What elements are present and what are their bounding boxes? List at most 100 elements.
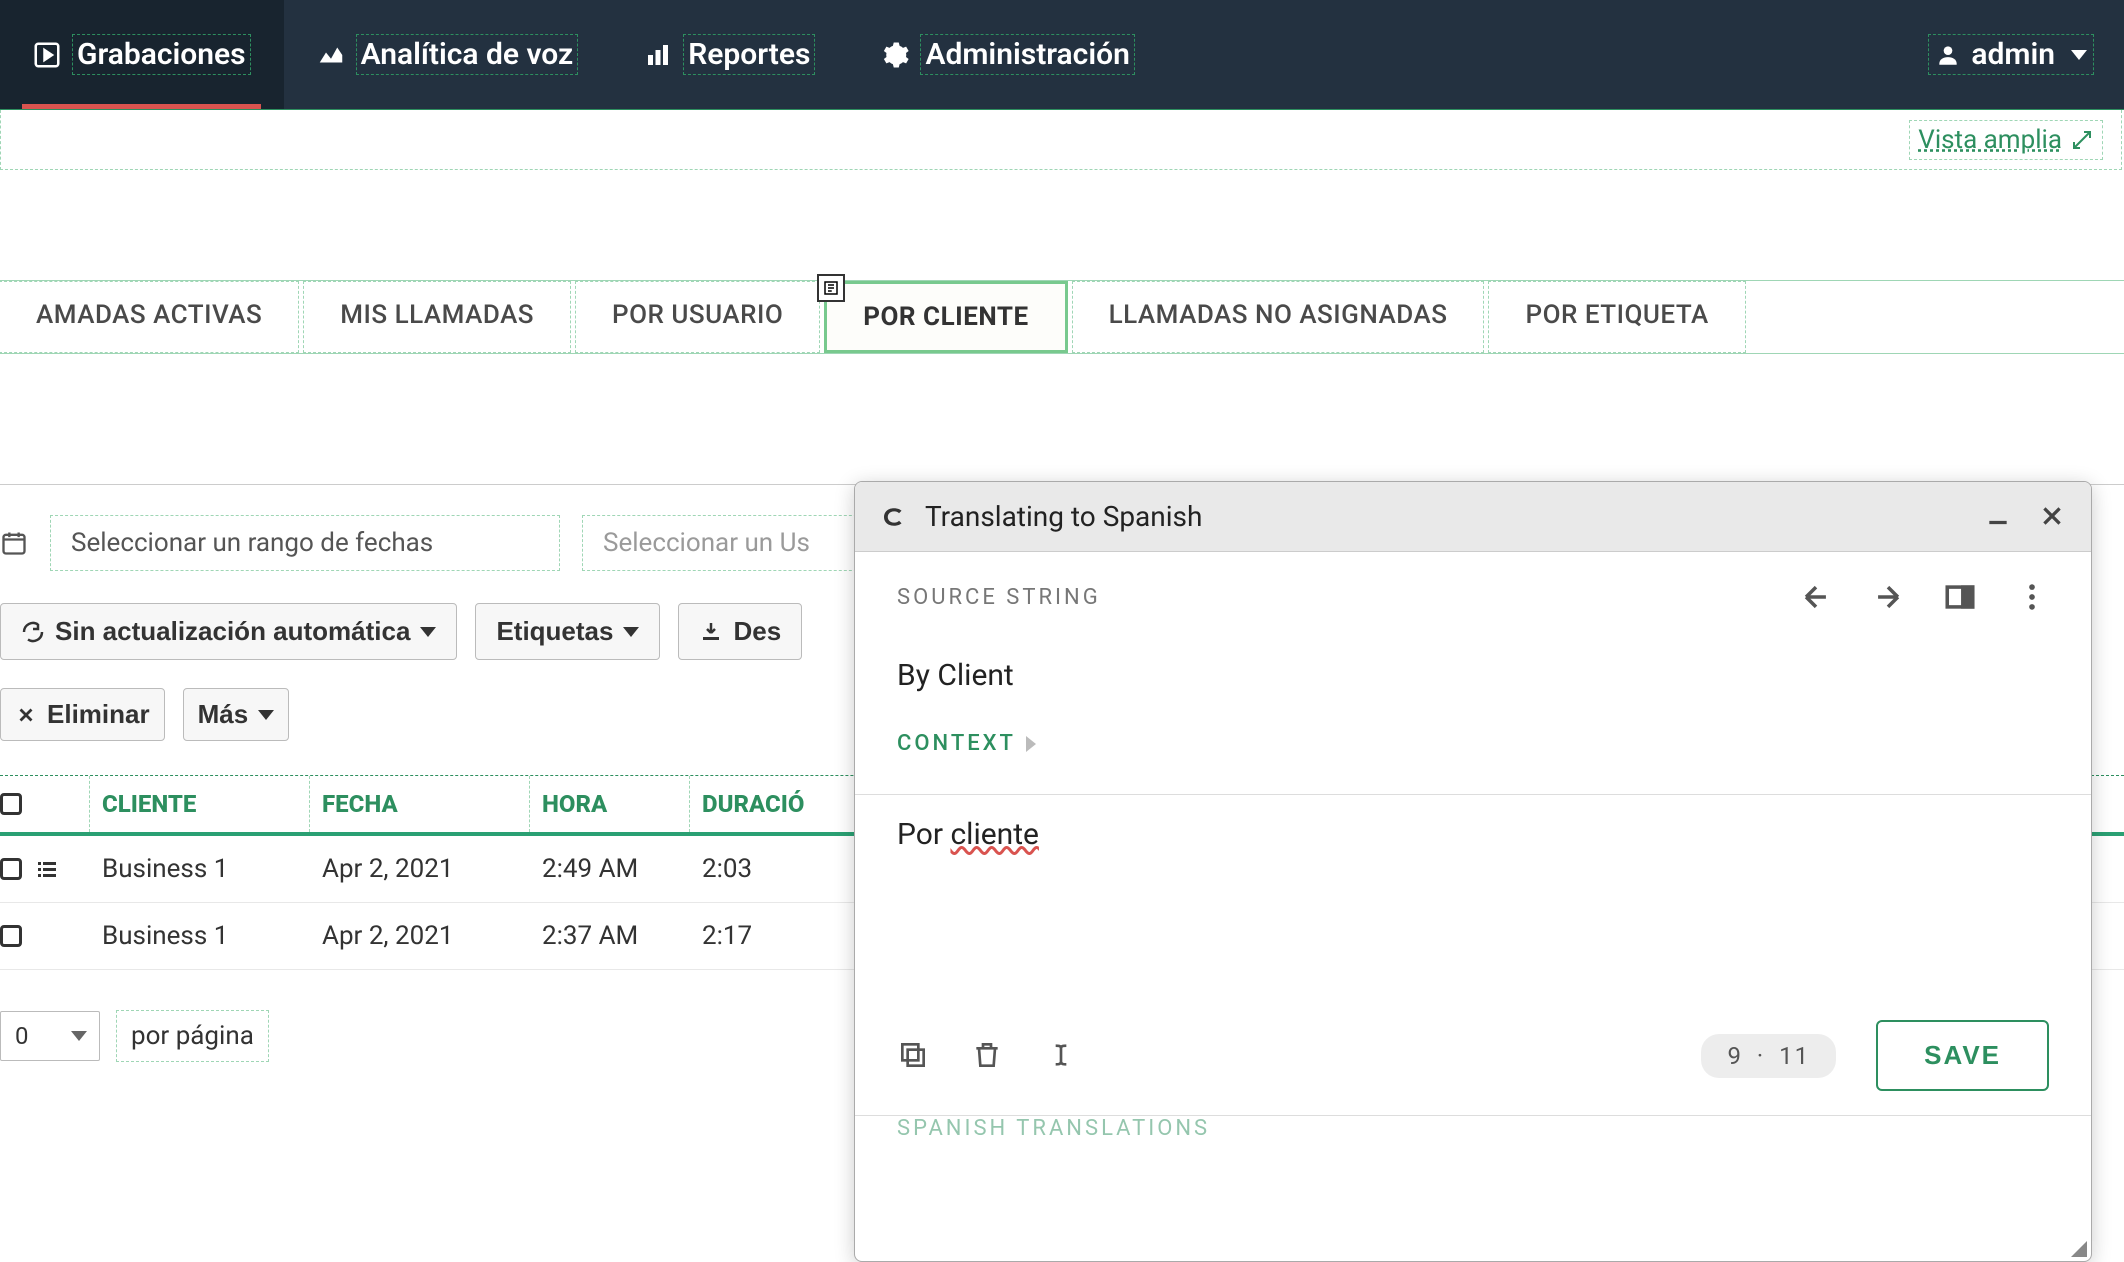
header-checkbox[interactable] bbox=[0, 776, 90, 832]
play-box-icon bbox=[32, 40, 62, 70]
translations-section-label: SPANISH TRANSLATIONS bbox=[855, 1116, 2091, 1157]
chevron-right-icon bbox=[1026, 736, 1036, 752]
cell-fecha: Apr 2, 2021 bbox=[310, 903, 530, 969]
translation-input[interactable]: Por cliente bbox=[855, 795, 2091, 862]
bar-chart-icon bbox=[643, 40, 673, 70]
more-label: Más bbox=[198, 699, 249, 730]
download-label: Des bbox=[733, 616, 781, 647]
header-duracion[interactable]: DURACIÓ bbox=[690, 776, 870, 832]
tab-label: POR ETIQUETA bbox=[1525, 300, 1708, 330]
cell-dur: 2:17 bbox=[690, 903, 870, 969]
delete-icon bbox=[15, 704, 37, 726]
tab-llamadas-activas[interactable]: AMADAS ACTIVAS bbox=[0, 281, 299, 353]
date-range-input[interactable]: Seleccionar un rango de fechas bbox=[50, 515, 560, 571]
translation-value: Por cliente bbox=[897, 817, 2049, 852]
close-icon[interactable] bbox=[2039, 503, 2067, 531]
user-icon bbox=[1935, 42, 1961, 68]
cell-hora: 2:49 AM bbox=[530, 836, 690, 902]
user-select-placeholder: Seleccionar un Us bbox=[603, 528, 810, 558]
source-string-label: SOURCE STRING bbox=[897, 585, 1799, 610]
chevron-down-icon bbox=[2071, 50, 2087, 60]
page-size-value: 0 bbox=[15, 1022, 29, 1050]
cell-cliente: Business 1 bbox=[90, 836, 310, 902]
tags-button[interactable]: Etiquetas bbox=[475, 603, 660, 660]
tab-label: MIS LLAMADAS bbox=[340, 300, 534, 330]
nav-item-grabaciones[interactable]: Grabaciones bbox=[0, 0, 284, 109]
header-fecha[interactable]: FECHA bbox=[310, 776, 530, 832]
per-page-label: por página bbox=[116, 1010, 269, 1062]
crowdin-logo-icon bbox=[879, 502, 909, 532]
gear-icon bbox=[880, 40, 910, 70]
chevron-down-icon bbox=[420, 627, 436, 637]
tab-label: AMADAS ACTIVAS bbox=[36, 300, 262, 330]
trash-icon[interactable] bbox=[971, 1039, 1005, 1073]
wideview-row: Vista amplia bbox=[0, 110, 2122, 170]
user-menu[interactable]: admin bbox=[1898, 0, 2124, 109]
source-string-value: By Client bbox=[897, 658, 2049, 693]
next-icon[interactable] bbox=[1871, 580, 1905, 614]
wide-view-label: Vista amplia bbox=[1918, 125, 2062, 155]
chevron-down-icon bbox=[258, 710, 274, 720]
delete-button[interactable]: Eliminar bbox=[0, 688, 165, 741]
calendar-icon bbox=[0, 529, 28, 557]
more-button[interactable]: Más bbox=[183, 688, 290, 741]
checkbox-icon bbox=[0, 793, 22, 815]
nav-item-analitica[interactable]: Analítica de voz bbox=[284, 0, 612, 109]
translation-panel: Translating to Spanish SOURCE STRING bbox=[854, 481, 2092, 1262]
refresh-icon bbox=[21, 620, 45, 644]
tabs-row: AMADAS ACTIVAS MIS LLAMADAS POR USUARIO … bbox=[0, 280, 2124, 354]
prev-icon[interactable] bbox=[1799, 580, 1833, 614]
edit-badge-icon bbox=[817, 274, 845, 302]
save-button[interactable]: SAVE bbox=[1876, 1020, 2049, 1091]
header-hora[interactable]: HORA bbox=[530, 776, 690, 832]
download-icon bbox=[699, 620, 723, 644]
side-panel-icon[interactable] bbox=[1943, 580, 1977, 614]
tab-label: LLAMADAS NO ASIGNADAS bbox=[1109, 300, 1448, 330]
kebab-menu-icon[interactable] bbox=[2015, 580, 2049, 614]
context-label: CONTEXT bbox=[897, 731, 1016, 756]
download-button[interactable]: Des bbox=[678, 603, 802, 660]
auto-refresh-label: Sin actualización automática bbox=[55, 616, 410, 647]
tab-mis-llamadas[interactable]: MIS LLAMADAS bbox=[303, 281, 571, 353]
cell-hora: 2:37 AM bbox=[530, 903, 690, 969]
nav-item-label: Analítica de voz bbox=[356, 34, 579, 75]
nav-item-label: Administración bbox=[920, 34, 1134, 75]
nav-item-label: Reportes bbox=[683, 34, 815, 75]
row-checkbox[interactable] bbox=[0, 858, 22, 880]
chevron-down-icon bbox=[623, 627, 639, 637]
user-label: admin bbox=[1971, 37, 2055, 72]
page-size-select[interactable]: 0 bbox=[0, 1011, 100, 1061]
list-icon[interactable] bbox=[34, 856, 60, 882]
wide-view-link[interactable]: Vista amplia bbox=[1909, 120, 2103, 160]
text-cursor-icon[interactable] bbox=[1045, 1039, 1079, 1073]
tab-label: POR USUARIO bbox=[612, 300, 783, 330]
cell-cliente: Business 1 bbox=[90, 903, 310, 969]
tab-por-etiqueta[interactable]: POR ETIQUETA bbox=[1488, 281, 1745, 353]
tab-por-usuario[interactable]: POR USUARIO bbox=[575, 281, 820, 353]
cell-dur: 2:03 bbox=[690, 836, 870, 902]
cell-fecha: Apr 2, 2021 bbox=[310, 836, 530, 902]
nav-item-reportes[interactable]: Reportes bbox=[611, 0, 848, 109]
top-nav: Grabaciones Analítica de voz Reportes Ad… bbox=[0, 0, 2124, 110]
minimize-icon[interactable] bbox=[1985, 503, 2013, 531]
char-count-pill: 9 · 11 bbox=[1701, 1034, 1836, 1078]
delete-label: Eliminar bbox=[47, 699, 150, 730]
area-chart-icon bbox=[316, 40, 346, 70]
nav-item-label: Grabaciones bbox=[72, 34, 251, 75]
header-cliente[interactable]: CLIENTE bbox=[90, 776, 310, 832]
tags-label: Etiquetas bbox=[496, 616, 613, 647]
row-checkbox[interactable] bbox=[0, 925, 22, 947]
copy-source-icon[interactable] bbox=[897, 1039, 931, 1073]
translation-panel-title: Translating to Spanish bbox=[925, 500, 1969, 533]
translation-panel-header[interactable]: Translating to Spanish bbox=[855, 482, 2091, 552]
nav-item-administracion[interactable]: Administración bbox=[848, 0, 1167, 109]
user-select-input[interactable]: Seleccionar un Us bbox=[582, 515, 872, 571]
scroll-handle-icon[interactable] bbox=[2071, 1241, 2087, 1257]
tab-llamadas-no-asignadas[interactable]: LLAMADAS NO ASIGNADAS bbox=[1072, 281, 1485, 353]
date-range-placeholder: Seleccionar un rango de fechas bbox=[71, 528, 433, 558]
save-label: SAVE bbox=[1924, 1040, 2001, 1070]
context-toggle[interactable]: CONTEXT bbox=[897, 731, 2049, 784]
expand-icon bbox=[2070, 128, 2094, 152]
tab-por-cliente[interactable]: POR CLIENTE bbox=[824, 281, 1067, 353]
auto-refresh-button[interactable]: Sin actualización automática bbox=[0, 603, 457, 660]
